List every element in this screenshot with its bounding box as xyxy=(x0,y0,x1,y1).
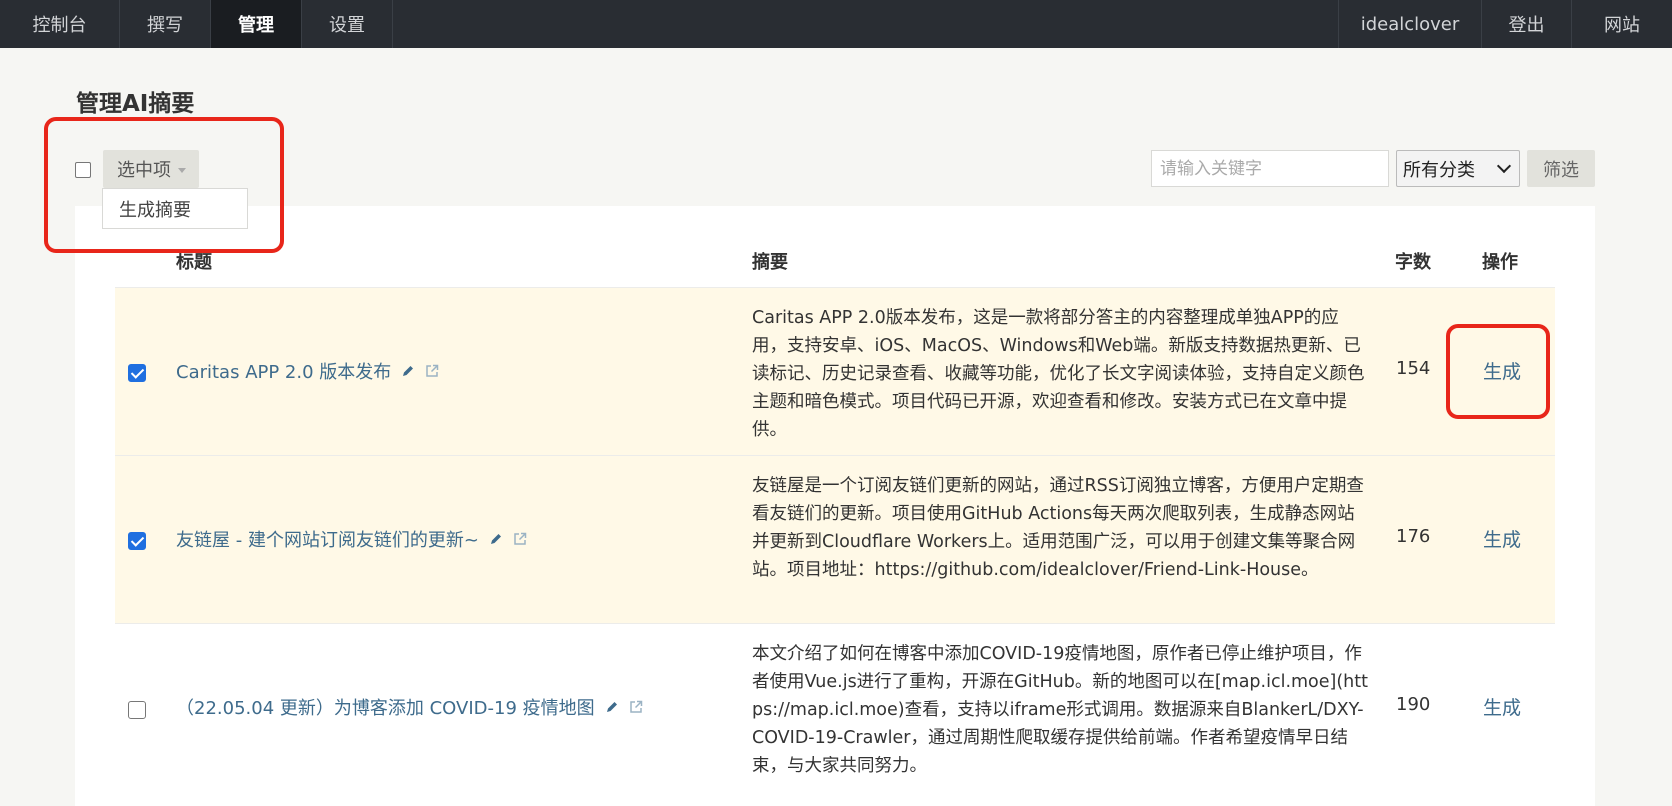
select-all-checkbox[interactable] xyxy=(75,162,91,178)
title-cell: （22.05.04 更新）为博客添加 COVID-19 疫情地图 xyxy=(176,694,643,720)
word-count: 176 xyxy=(1396,526,1431,547)
page-title: 管理AI摘要 xyxy=(76,91,195,117)
batch-action-label: 选中项 xyxy=(117,160,171,181)
word-count: 154 xyxy=(1396,358,1431,379)
title-cell: 友链屋 - 建个网站订阅友链们的更新~ xyxy=(176,526,527,552)
nav-item-logout[interactable]: 登出 xyxy=(1481,0,1571,48)
summary-text: 友链屋是一个订阅友链们更新的网站，通过RSS订阅独立博客，方便用户定期查看友链们… xyxy=(752,476,1364,580)
header-count: 字数 xyxy=(1395,252,1431,273)
table-row: Caritas APP 2.0 版本发布 Caritas APP 2.0版本发布… xyxy=(115,287,1555,455)
top-nav: 控制台 撰写 管理 设置 idealclover 登出 网站 xyxy=(0,0,1672,48)
nav-item-user[interactable]: idealclover xyxy=(1338,0,1481,48)
post-title-link[interactable]: 友链屋 - 建个网站订阅友链们的更新~ xyxy=(176,526,479,552)
dropdown-item-generate-summary[interactable]: 生成摘要 xyxy=(102,188,248,229)
external-link-icon[interactable] xyxy=(425,364,439,378)
chevron-down-icon xyxy=(1496,158,1512,174)
header-action: 操作 xyxy=(1482,252,1518,273)
header-title: 标题 xyxy=(176,252,212,273)
row-checkbox[interactable] xyxy=(128,701,146,719)
category-select[interactable]: 所有分类 xyxy=(1396,150,1520,187)
nav-right: idealclover 登出 网站 xyxy=(1338,0,1672,48)
nav-left: 控制台 撰写 管理 设置 xyxy=(0,0,393,48)
filter-button[interactable]: 筛选 xyxy=(1527,150,1595,187)
search-input[interactable] xyxy=(1151,150,1389,187)
caret-down-icon xyxy=(178,167,186,173)
external-link-icon[interactable] xyxy=(629,700,643,714)
row-checkbox[interactable] xyxy=(128,364,146,382)
row-checkbox[interactable] xyxy=(128,532,146,550)
nav-item-website[interactable]: 网站 xyxy=(1571,0,1672,48)
post-title-link[interactable]: （22.05.04 更新）为博客添加 COVID-19 疫情地图 xyxy=(176,694,595,720)
word-count: 190 xyxy=(1396,694,1431,715)
header-summary: 摘要 xyxy=(752,252,788,273)
summary-text: Caritas APP 2.0版本发布，这是一款将部分答主的内容整理成单独APP… xyxy=(752,308,1365,440)
generate-link[interactable]: 生成 xyxy=(1483,693,1521,720)
post-title-link[interactable]: Caritas APP 2.0 版本发布 xyxy=(176,358,391,384)
nav-item-write[interactable]: 撰写 xyxy=(120,0,211,48)
generate-link[interactable]: 生成 xyxy=(1483,357,1521,384)
generate-link[interactable]: 生成 xyxy=(1483,525,1521,552)
category-select-value: 所有分类 xyxy=(1403,159,1475,181)
summary-text: 本文介绍了如何在博客中添加COVID-19疫情地图，原作者已停止维护项目，作者使… xyxy=(752,644,1368,776)
external-link-icon[interactable] xyxy=(513,532,527,546)
pencil-icon[interactable] xyxy=(401,364,415,378)
title-cell: Caritas APP 2.0 版本发布 xyxy=(176,358,439,384)
pencil-icon[interactable] xyxy=(605,700,619,714)
nav-item-manage[interactable]: 管理 xyxy=(211,0,302,48)
table-row: （22.05.04 更新）为博客添加 COVID-19 疫情地图 本文介绍了如何… xyxy=(115,623,1555,788)
table-row: 友链屋 - 建个网站订阅友链们的更新~ 友链屋是一个订阅友链们更新的网站，通过R… xyxy=(115,455,1555,623)
nav-item-settings[interactable]: 设置 xyxy=(302,0,393,48)
pencil-icon[interactable] xyxy=(489,532,503,546)
batch-action-button[interactable]: 选中项 xyxy=(103,150,199,188)
nav-item-dashboard[interactable]: 控制台 xyxy=(0,0,120,48)
